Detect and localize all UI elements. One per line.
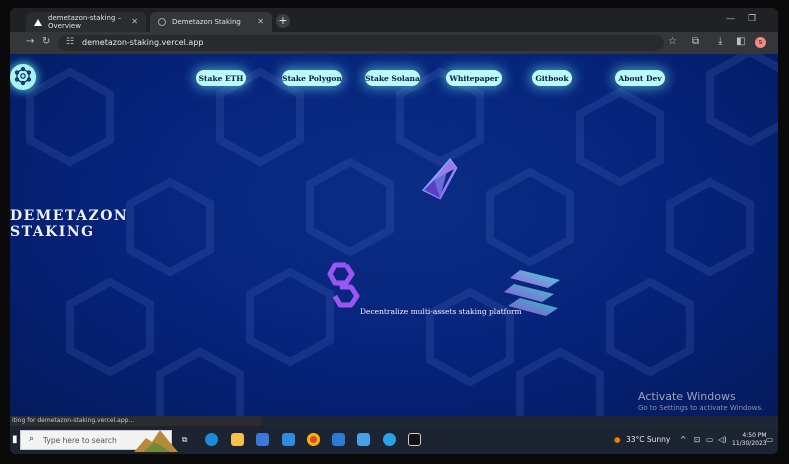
- activate-windows-title: Activate Windows: [638, 390, 736, 403]
- close-tab-icon[interactable]: ✕: [131, 17, 138, 26]
- network-icon[interactable]: ⊡: [694, 435, 700, 444]
- browser-status-text: iting for demetazon-staking.vercel.app..…: [10, 416, 262, 426]
- telegram-icon[interactable]: [383, 433, 396, 446]
- vercel-icon: [34, 18, 42, 26]
- edge-icon[interactable]: [205, 433, 218, 446]
- clock-time: 4:50 PM: [742, 432, 767, 439]
- activate-windows-subtitle: Go to Settings to activate Windows.: [638, 404, 764, 412]
- url-text[interactable]: demetazon-staking.vercel.app: [82, 38, 203, 47]
- file-explorer-icon[interactable]: [231, 433, 244, 446]
- weather-icon: ●: [614, 435, 621, 444]
- minimize-icon[interactable]: —: [726, 14, 735, 24]
- app-icon[interactable]: [357, 433, 370, 446]
- ethereum-logo-icon: [422, 158, 458, 200]
- mail-icon[interactable]: [282, 433, 295, 446]
- close-tab-icon[interactable]: ✕: [257, 17, 264, 26]
- terminal-icon[interactable]: [408, 433, 421, 446]
- side-panel-icon[interactable]: ◧: [736, 36, 745, 47]
- windows-taskbar: ▮ ⌕ Type here to search ⧉ ● 33°C Sunny ^…: [10, 426, 778, 454]
- reload-icon[interactable]: ↻: [42, 36, 50, 47]
- nav-gitbook[interactable]: Gitbook: [532, 70, 572, 86]
- polygon-logo-icon: [327, 262, 360, 308]
- tab-demetazon-staking[interactable]: Demetazon Staking ✕: [150, 12, 272, 32]
- landscape-highlight-icon: [134, 430, 178, 452]
- extensions-icon[interactable]: ⧉: [692, 36, 699, 47]
- chrome-icon[interactable]: [307, 433, 320, 446]
- nav-stake-solana[interactable]: Stake Solana: [365, 70, 420, 86]
- vscode-icon[interactable]: [332, 433, 345, 446]
- start-icon[interactable]: ▮: [12, 434, 20, 446]
- profile-avatar[interactable]: s: [755, 37, 766, 48]
- search-icon: ⌕: [29, 434, 35, 444]
- tab-demetazon-label: Demetazon Staking: [172, 18, 241, 26]
- battery-icon[interactable]: ▭: [706, 435, 713, 444]
- nav-stake-eth[interactable]: Stake ETH: [196, 70, 246, 86]
- taskbar-clock[interactable]: 4:50 PM 11/30/2023: [732, 432, 767, 448]
- hero-headline: DEMETAZON STAKING: [10, 208, 129, 240]
- download-icon[interactable]: ⤓: [718, 36, 722, 47]
- volume-icon[interactable]: ◁): [718, 435, 727, 444]
- address-bar-row: → ↻ ☷ demetazon-staking.vercel.app ☆ ⧉ ⤓…: [10, 32, 778, 54]
- hexagon-network-icon: [14, 66, 32, 86]
- tab-overview[interactable]: demetazon-staking – Overview ✕: [26, 12, 146, 32]
- weather-text[interactable]: 33°C Sunny: [626, 435, 670, 444]
- restore-icon[interactable]: ❐: [748, 14, 756, 24]
- web-page: Stake ETH Stake Polygon Stake Solana Whi…: [10, 54, 778, 416]
- clock-date: 11/30/2023: [732, 440, 767, 447]
- address-bar[interactable]: ☷ demetazon-staking.vercel.app: [58, 35, 664, 51]
- site-settings-icon[interactable]: ☷: [66, 37, 74, 47]
- desktop-screen: demetazon-staking – Overview ✕ Demetazon…: [10, 8, 778, 454]
- store-icon[interactable]: [256, 433, 269, 446]
- hero-tagline: Decentralize multi-assets staking platfo…: [360, 307, 522, 316]
- task-view-icon[interactable]: ⧉: [182, 435, 187, 445]
- notifications-icon[interactable]: ▭: [766, 435, 773, 444]
- forward-icon[interactable]: →: [26, 36, 34, 47]
- browser-tab-bar: demetazon-staking – Overview ✕ Demetazon…: [10, 8, 778, 32]
- screen-frame: demetazon-staking – Overview ✕ Demetazon…: [0, 0, 789, 464]
- new-tab-button[interactable]: +: [276, 14, 290, 28]
- bookmark-star-icon[interactable]: ☆: [668, 36, 677, 47]
- nav-about-dev[interactable]: About Dev: [615, 70, 665, 86]
- globe-icon: [158, 18, 166, 26]
- search-placeholder: Type here to search: [43, 436, 117, 445]
- chevron-up-icon[interactable]: ^: [680, 435, 686, 444]
- nav-whitepaper[interactable]: Whitepaper: [446, 70, 502, 86]
- site-logo[interactable]: [10, 64, 36, 90]
- nav-stake-polygon[interactable]: Stake Polygon: [282, 70, 342, 86]
